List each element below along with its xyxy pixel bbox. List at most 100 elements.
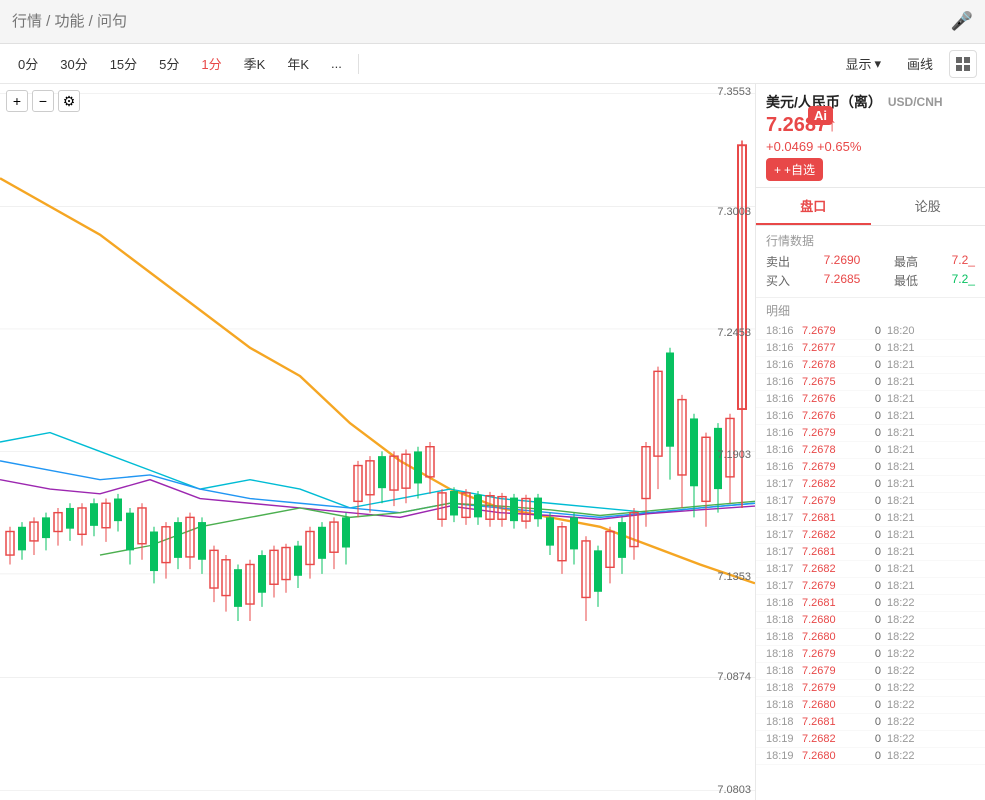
detail-time2: 18:21: [887, 563, 915, 575]
panel-tabs: 盘口 论股: [756, 188, 985, 226]
search-bar: 🎤: [0, 0, 985, 44]
plus-icon: +: [774, 163, 781, 177]
main-content: + − ⚙ 7.3553 7.3003 7.2453 7.1903 7.1353…: [0, 84, 985, 800]
sell-label: 卖出: [766, 253, 790, 270]
zoom-in-button[interactable]: +: [6, 90, 28, 112]
price-label-bottom: 7.0803: [717, 784, 751, 796]
price-label-4: 7.1903: [717, 449, 751, 461]
zoom-out-button[interactable]: −: [32, 90, 54, 112]
detail-time2: 18:21: [887, 410, 915, 422]
list-item: 18:18 7.2679 0 18:22: [756, 663, 985, 680]
tf-15min[interactable]: 15分: [100, 50, 147, 77]
detail-time: 18:16: [766, 427, 802, 439]
detail-time2: 18:21: [887, 580, 915, 592]
tf-5min[interactable]: 5分: [149, 50, 189, 77]
list-item: 18:17 7.2681 0 18:21: [756, 544, 985, 561]
list-item: 18:17 7.2682 0 18:21: [756, 561, 985, 578]
list-item: 18:18 7.2681 0 18:22: [756, 595, 985, 612]
grid-icon-button[interactable]: [949, 50, 977, 78]
detail-time2: 18:22: [887, 699, 915, 711]
toolbar: 0分 30分 15分 5分 1分 季K 年K ... 显示 ▾ 画线: [0, 44, 985, 84]
high-value: 7.2_: [952, 253, 975, 270]
ai-badge[interactable]: Ai: [808, 106, 833, 125]
display-button[interactable]: 显示 ▾: [835, 50, 891, 77]
tf-0min[interactable]: 0分: [8, 50, 48, 77]
detail-price: 7.2681: [802, 597, 857, 609]
detail-time2: 18:21: [887, 359, 915, 371]
list-item: 18:16 7.2677 0 18:21: [756, 340, 985, 357]
list-item: 18:16 7.2679 0 18:20: [756, 323, 985, 340]
detail-vol: 0: [857, 631, 881, 643]
detail-time2: 18:22: [887, 682, 915, 694]
detail-price: 7.2675: [802, 376, 857, 388]
detail-time: 18:18: [766, 597, 802, 609]
detail-vol: 0: [857, 733, 881, 745]
detail-time: 18:18: [766, 682, 802, 694]
detail-header: 明细: [756, 298, 985, 323]
detail-time2: 18:20: [887, 325, 915, 337]
list-item: 18:19 7.2682 0 18:22: [756, 731, 985, 748]
chart-area[interactable]: + − ⚙ 7.3553 7.3003 7.2453 7.1903 7.1353…: [0, 84, 755, 800]
detail-price: 7.2681: [802, 512, 857, 524]
watchlist-button[interactable]: + +自选: [766, 158, 823, 181]
detail-time: 18:17: [766, 495, 802, 507]
detail-time2: 18:22: [887, 614, 915, 626]
detail-vol: 0: [857, 512, 881, 524]
grid-icon: [956, 57, 970, 71]
tf-season-k[interactable]: 季K: [234, 50, 276, 77]
line-button[interactable]: 画线: [897, 50, 943, 77]
detail-vol: 0: [857, 699, 881, 711]
detail-time: 18:18: [766, 665, 802, 677]
search-input[interactable]: [12, 13, 951, 30]
detail-time: 18:18: [766, 648, 802, 660]
detail-time2: 18:21: [887, 529, 915, 541]
detail-time: 18:17: [766, 512, 802, 524]
list-item: 18:18 7.2680 0 18:22: [756, 697, 985, 714]
low-value: 7.2_: [952, 272, 975, 289]
mic-icon[interactable]: 🎤: [951, 11, 973, 32]
tab-pankou[interactable]: 盘口: [756, 188, 871, 225]
detail-time: 18:19: [766, 750, 802, 762]
separator: [358, 54, 359, 74]
detail-time: 18:17: [766, 529, 802, 541]
detail-price: 7.2676: [802, 410, 857, 422]
buy-value: 7.2685: [824, 272, 861, 289]
detail-vol: 0: [857, 461, 881, 473]
detail-time: 18:18: [766, 631, 802, 643]
tf-30min[interactable]: 30分: [50, 50, 97, 77]
detail-price: 7.2680: [802, 750, 857, 762]
detail-vol: 0: [857, 410, 881, 422]
sell-value: 7.2690: [824, 253, 861, 270]
tf-1min[interactable]: 1分: [191, 50, 231, 77]
detail-time2: 18:21: [887, 495, 915, 507]
list-item: 18:18 7.2681 0 18:22: [756, 714, 985, 731]
tab-lungu[interactable]: 论股: [871, 188, 985, 225]
list-item: 18:16 7.2678 0 18:21: [756, 442, 985, 459]
tf-more[interactable]: ...: [321, 52, 352, 75]
market-data: 行情数据 卖出 7.2690 最高 7.2_ 买入 7.2685 最低 7.2_: [756, 226, 985, 298]
price-label-6: 7.0874: [717, 671, 751, 683]
list-item: 18:16 7.2675 0 18:21: [756, 374, 985, 391]
detail-vol: 0: [857, 325, 881, 337]
detail-time: 18:19: [766, 733, 802, 745]
detail-vol: 0: [857, 665, 881, 677]
detail-price: 7.2680: [802, 699, 857, 711]
detail-price: 7.2677: [802, 342, 857, 354]
list-item: 18:16 7.2679 0 18:21: [756, 459, 985, 476]
detail-price: 7.2679: [802, 580, 857, 592]
detail-time2: 18:21: [887, 342, 915, 354]
detail-time: 18:16: [766, 393, 802, 405]
settings-button[interactable]: ⚙: [58, 90, 80, 112]
detail-price: 7.2681: [802, 716, 857, 728]
detail-time2: 18:21: [887, 393, 915, 405]
detail-time2: 18:21: [887, 478, 915, 490]
detail-vol: 0: [857, 614, 881, 626]
detail-time: 18:17: [766, 580, 802, 592]
detail-vol: 0: [857, 393, 881, 405]
detail-time: 18:18: [766, 614, 802, 626]
detail-time2: 18:21: [887, 444, 915, 456]
tf-year-k[interactable]: 年K: [277, 50, 319, 77]
detail-time2: 18:22: [887, 665, 915, 677]
toolbar-right: 显示 ▾ 画线: [835, 50, 977, 78]
list-item: 18:17 7.2682 0 18:21: [756, 476, 985, 493]
